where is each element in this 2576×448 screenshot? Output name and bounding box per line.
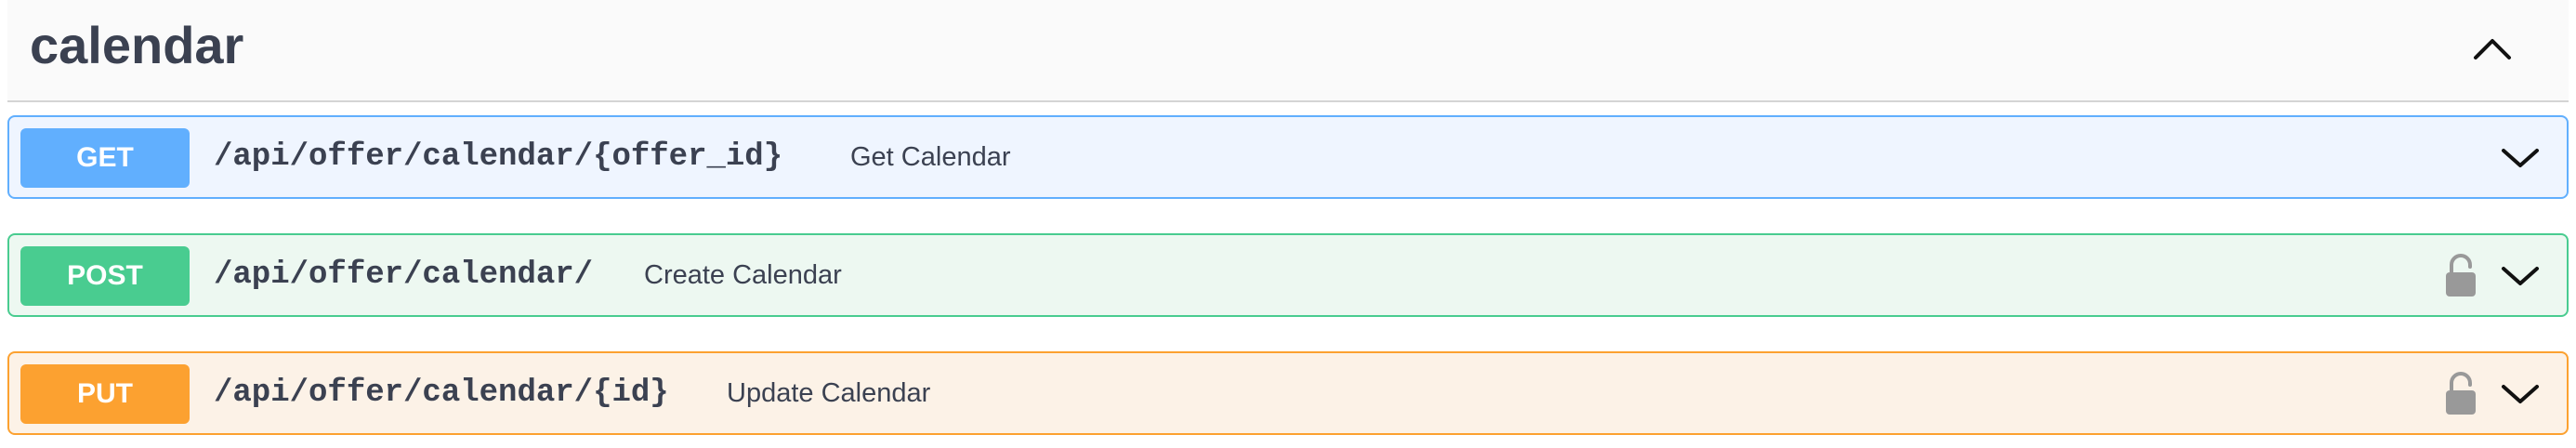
- tag-section-calendar: calendar GET /api/offer/calendar/{offer_…: [0, 0, 2576, 448]
- chevron-down-icon: [2502, 267, 2539, 285]
- method-badge-get: GET: [20, 128, 190, 188]
- chevron-down-icon: [2502, 385, 2539, 403]
- operation-update-calendar[interactable]: PUT /api/offer/calendar/{id} Update Cale…: [7, 351, 2569, 435]
- method-badge-post: POST: [20, 246, 190, 306]
- expand-button[interactable]: [2496, 370, 2544, 418]
- expand-button[interactable]: [2496, 134, 2544, 182]
- chevron-down-icon: [2502, 149, 2539, 167]
- operation-summary: Get Calendar: [850, 142, 1011, 172]
- expand-button[interactable]: [2496, 252, 2544, 300]
- operation-create-calendar[interactable]: POST /api/offer/calendar/ Create Calenda…: [7, 233, 2569, 317]
- method-badge-put: PUT: [20, 364, 190, 424]
- operation-path: /api/offer/calendar/{id}: [214, 376, 669, 411]
- authorize-lock-button[interactable]: [2442, 370, 2479, 418]
- lock-icon: [2446, 372, 2476, 415]
- lock-icon: [2446, 254, 2476, 296]
- operation-path: /api/offer/calendar/{offer_id}: [214, 139, 783, 175]
- operation-path: /api/offer/calendar/: [214, 257, 594, 293]
- chevron-up-icon: [2474, 39, 2511, 59]
- operation-summary: Update Calendar: [727, 378, 931, 408]
- collapse-button[interactable]: [2463, 20, 2522, 80]
- section-title: calendar: [30, 16, 244, 74]
- operation-summary: Create Calendar: [644, 260, 842, 290]
- section-header[interactable]: calendar: [7, 0, 2569, 102]
- authorize-lock-button[interactable]: [2442, 252, 2479, 300]
- operation-get-calendar[interactable]: GET /api/offer/calendar/{offer_id} Get C…: [7, 115, 2569, 199]
